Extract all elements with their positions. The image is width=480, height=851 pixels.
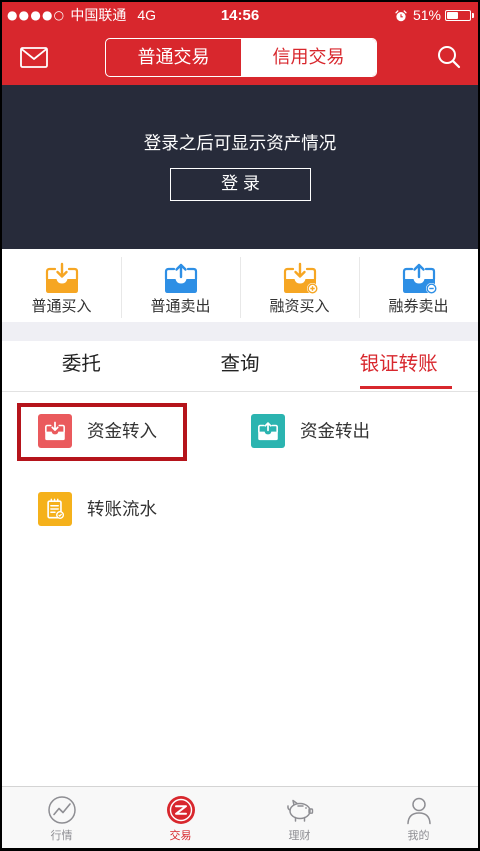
transfer-history-item[interactable]: 转账流水 <box>38 492 157 526</box>
nav-label: 交易 <box>169 830 192 842</box>
tab-bank-transfer[interactable]: 银证转账 <box>319 341 478 391</box>
section-divider <box>2 322 478 341</box>
transfer-in-icon <box>38 414 72 448</box>
nav-trade[interactable]: 交易 <box>121 787 240 848</box>
transfer-in-item[interactable]: 资金转入 <box>38 414 157 448</box>
search-icon[interactable] <box>437 45 461 69</box>
market-chart-icon <box>47 796 76 824</box>
login-prompt-text: 登录之后可显示资产情况 <box>143 133 337 153</box>
nav-wealth[interactable]: 理财 <box>240 787 359 848</box>
tray-upload-glyph <box>258 422 278 441</box>
quick-action-label: 融券卖出 <box>388 298 449 315</box>
tray-upload-icon <box>164 263 197 293</box>
tray-download-icon <box>45 262 78 293</box>
transfer-out-icon <box>251 414 285 448</box>
active-tab-indicator <box>360 386 452 389</box>
function-tabs: 委托 查询 银证转账 <box>2 341 478 392</box>
user-icon <box>406 797 431 825</box>
quick-action-normal-buy[interactable]: 普通买入 <box>2 249 121 322</box>
mail-icon[interactable] <box>20 47 48 68</box>
trade-mode-switch: 普通交易 信用交易 <box>105 38 377 77</box>
nav-label: 理财 <box>288 830 311 842</box>
bottom-tab-bar: 行情 交易 理财 我的 <box>2 786 478 848</box>
tab-query[interactable]: 查询 <box>161 341 320 391</box>
transfer-out-label: 资金转出 <box>300 421 370 441</box>
bank-transfer-panel: 资金转入 资金转出 转账流水 <box>2 392 478 786</box>
asset-login-panel: 登录之后可显示资产情况 登 录 <box>2 85 478 249</box>
ledger-glyph <box>47 498 65 519</box>
device-frame: ●●●●○ 中国联通 4G 14:56 51% 普通交易 信用交易 登录之后可显… <box>0 0 480 851</box>
quick-action-label: 融资买入 <box>269 298 330 315</box>
nav-label: 我的 <box>407 830 430 842</box>
piggy-bank-icon <box>286 799 313 822</box>
app-screen: ●●●●○ 中国联通 4G 14:56 51% 普通交易 信用交易 登录之后可显… <box>2 2 478 848</box>
ledger-icon <box>38 492 72 526</box>
segment-credit-trade[interactable]: 信用交易 <box>241 39 376 76</box>
nav-market[interactable]: 行情 <box>2 787 121 848</box>
quick-actions-row: 普通买入 普通卖出 融资买入 融券卖出 <box>2 249 478 322</box>
quick-action-label: 普通买入 <box>31 298 92 315</box>
transfer-history-label: 转账流水 <box>87 499 157 519</box>
tray-upload-minus-icon <box>402 263 437 294</box>
quick-action-normal-sell[interactable]: 普通卖出 <box>121 249 240 322</box>
quick-action-margin-buy[interactable]: 融资买入 <box>240 249 359 322</box>
nav-me[interactable]: 我的 <box>359 787 478 848</box>
segment-normal-trade[interactable]: 普通交易 <box>106 39 241 76</box>
trade-icon <box>166 796 195 824</box>
tray-download-plus-icon <box>283 262 318 294</box>
tab-orders[interactable]: 委托 <box>2 341 161 391</box>
status-right-group: 51% <box>395 2 474 29</box>
login-button[interactable]: 登 录 <box>170 168 311 201</box>
status-bar: ●●●●○ 中国联通 4G 14:56 51% <box>2 2 478 29</box>
battery-icon <box>445 10 474 21</box>
quick-action-short-sell[interactable]: 融券卖出 <box>359 249 478 322</box>
transfer-in-label: 资金转入 <box>87 421 157 441</box>
battery-level-fill <box>447 12 459 19</box>
top-bar: 普通交易 信用交易 <box>2 29 478 85</box>
nav-label: 行情 <box>50 830 73 842</box>
alarm-clock-icon <box>395 9 407 21</box>
tray-download-glyph <box>45 421 65 441</box>
battery-percent: 51% <box>412 7 441 23</box>
transfer-out-item[interactable]: 资金转出 <box>251 414 370 448</box>
quick-action-label: 普通卖出 <box>150 298 211 315</box>
